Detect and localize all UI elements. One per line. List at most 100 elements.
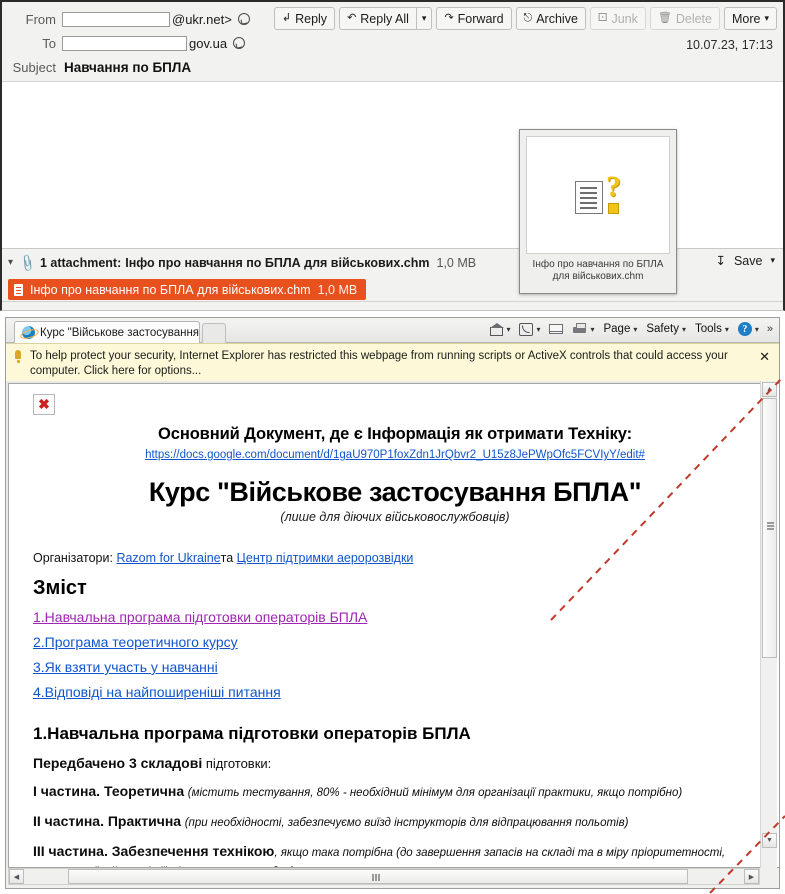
part-2-title: ІІ частина. Практична <box>33 813 182 829</box>
scroll-down-button[interactable]: ▼ <box>762 833 777 848</box>
more-button[interactable]: More ▾ <box>723 7 777 30</box>
broken-image-placeholder-icon: ✖ <box>33 394 55 415</box>
reply-label: Reply <box>295 11 328 26</box>
tools-menu-label: Tools <box>694 323 722 335</box>
browser-tab-strip: Курс "Військове застосування... ▾ ▾ ▾ Pa… <box>6 318 779 343</box>
from-value: @ukr.net> <box>62 11 250 27</box>
read-mail-button[interactable] <box>546 322 566 336</box>
warning-icon <box>13 350 24 363</box>
organizers-joiner: та <box>220 551 234 565</box>
organizer-link-razom[interactable]: Razom for Ukraine <box>116 551 220 565</box>
chevron-down-icon[interactable]: ▾ <box>770 255 775 266</box>
archive-label: Archive <box>536 11 578 26</box>
vertical-scrollbar[interactable]: ▲ ▼ <box>760 381 777 868</box>
reply-all-arrow-icon: ↶ <box>347 12 357 24</box>
intro-rest-text: підготовки: <box>202 756 272 771</box>
safety-menu-button[interactable]: Safety ▾ <box>643 321 689 337</box>
chevron-down-icon: ▾ <box>681 324 686 334</box>
print-button[interactable]: ▾ <box>569 321 597 337</box>
mail-footer-strip <box>2 301 783 310</box>
security-information-bar[interactable]: To help protect your security, Internet … <box>6 343 779 386</box>
toc-item-1[interactable]: 1.Навчальна програма підготовки оператор… <box>33 609 757 625</box>
add-contact-icon[interactable] <box>233 37 246 49</box>
safety-menu-label: Safety <box>646 323 679 335</box>
reply-all-dropdown-button[interactable]: ▾ <box>416 7 433 30</box>
document-page-icon <box>575 181 603 214</box>
subject-label: Subject <box>12 59 56 75</box>
attachment-chip-size: 1,0 MB <box>317 282 358 297</box>
toc-item-3[interactable]: 3.Як взяти участь у навчанні <box>33 659 757 675</box>
rss-feed-icon <box>519 322 534 336</box>
forward-arrow-icon: ↷ <box>444 12 454 24</box>
home-icon <box>489 322 505 336</box>
mail-icon <box>549 324 564 334</box>
junk-flame-icon: ⚀ <box>597 12 608 24</box>
chevron-down-icon: ▾ <box>724 324 729 334</box>
part-2-line: ІІ частина. Практична (при необхідності,… <box>33 813 757 832</box>
attachment-preview-popup: ? Інфо про навчання по БПЛА для військов… <box>519 129 677 294</box>
scroll-left-button[interactable]: ◀ <box>9 869 24 884</box>
intro-bold-text: Передбачено 3 складові <box>33 755 203 771</box>
screenshot-root: From @ukr.net> To gov.ua Subject Навчанн… <box>0 0 785 894</box>
toc-item-2[interactable]: 2.Програма теоретичного курсу <box>33 634 757 650</box>
printer-icon <box>572 323 587 335</box>
organizers-label: Організатори: <box>33 551 113 565</box>
chevron-down-icon: ▾ <box>633 324 638 334</box>
help-badge-icon <box>608 203 619 214</box>
forward-button[interactable]: ↷ Forward <box>436 7 512 30</box>
vertical-scrollbar-thumb[interactable] <box>762 398 777 658</box>
document-main-heading: Курс "Військове застосування БПЛА" <box>148 477 642 507</box>
subject-row: Subject Навчання по БПЛА <box>2 55 783 79</box>
chevron-down-icon: ▾ <box>754 324 759 334</box>
organizer-link-aerorozvidka[interactable]: Центр підтримки аеророзвідки <box>237 551 414 565</box>
section-1-heading: 1.Навчальна програма підготовки оператор… <box>33 724 471 743</box>
feeds-button[interactable]: ▾ <box>516 321 543 338</box>
horizontal-scrollbar-thumb[interactable] <box>68 869 688 884</box>
scroll-up-button[interactable]: ▲ <box>762 382 777 397</box>
reply-all-button[interactable]: ↶ Reply All <box>339 7 417 30</box>
add-contact-icon[interactable] <box>237 13 250 25</box>
subject-value: Навчання по БПЛА <box>64 59 192 75</box>
horizontal-scrollbar[interactable]: ◀ ▶ <box>8 868 760 885</box>
chm-document-body: ✖ Основний Документ, де є Інформація як … <box>9 384 779 867</box>
security-warning-text: To help protect your security, Internet … <box>30 350 728 377</box>
to-label: To <box>42 35 56 51</box>
new-tab-button[interactable] <box>202 323 226 343</box>
horizontal-scrollbar-track[interactable] <box>24 869 744 884</box>
attachment-preview-image: ? <box>526 136 670 254</box>
help-menu-button[interactable]: ? ▾ <box>735 320 762 338</box>
reply-all-label: Reply All <box>360 11 409 26</box>
archive-button[interactable]: ⎋ Archive <box>515 7 586 30</box>
redacted-recipient-address <box>62 35 187 51</box>
message-date: 10.07.23, 17:13 <box>686 38 773 52</box>
email-header: From @ukr.net> To gov.ua Subject Навчанн… <box>2 2 783 80</box>
scroll-right-button[interactable]: ▶ <box>744 869 759 884</box>
junk-button[interactable]: ⚀ Junk <box>589 7 646 30</box>
attachment-filename: Інфо про навчання по БПЛА для військових… <box>125 255 430 270</box>
chevron-down-icon[interactable]: ▾ <box>590 325 594 334</box>
redacted-sender-address <box>62 11 170 27</box>
home-button[interactable]: ▾ <box>486 321 513 338</box>
chevron-down-icon[interactable]: ▾ <box>536 325 540 334</box>
browser-tab-active[interactable]: Курс "Військове застосування... <box>14 321 200 343</box>
close-icon[interactable]: ✕ <box>759 349 770 364</box>
tools-menu-button[interactable]: Tools ▾ <box>692 321 732 337</box>
browser-tab-title: Курс "Військове застосування... <box>40 326 200 339</box>
browser-content-area: ✖ Основний Документ, де є Інформація як … <box>6 381 779 868</box>
download-icon: ↧ <box>715 254 726 268</box>
overflow-chevrons-icon[interactable]: » <box>765 323 775 335</box>
internet-explorer-window: Курс "Військове застосування... ▾ ▾ ▾ Pa… <box>5 317 780 889</box>
chevron-down-icon[interactable]: ▾ <box>506 325 510 334</box>
save-attachment-group[interactable]: ↧ Save ▾ <box>715 253 775 269</box>
toc-item-4[interactable]: 4.Відповіді на найпоширеніші питання <box>33 684 757 700</box>
google-doc-link[interactable]: https://docs.google.com/document/d/1gaU9… <box>33 449 757 461</box>
internet-explorer-icon <box>22 326 35 339</box>
reply-button[interactable]: ↲ Reply <box>273 7 336 30</box>
delete-button[interactable]: 🗑 Delete <box>649 7 720 30</box>
email-toolbar: ↲ Reply ↶ Reply All ▾ ↷ Forward ⎋ Archiv… <box>270 7 777 30</box>
section-1-intro: Передбачено 3 складові підготовки: <box>33 755 757 772</box>
chevron-down-icon[interactable]: ▾ <box>8 257 13 268</box>
attachment-chip[interactable]: Інфо про навчання по БПЛА для військових… <box>8 279 367 300</box>
page-menu-button[interactable]: Page ▾ <box>600 321 640 337</box>
part-3-line: ІІІ частина. Забезпечення технікою, якщо… <box>33 843 757 867</box>
